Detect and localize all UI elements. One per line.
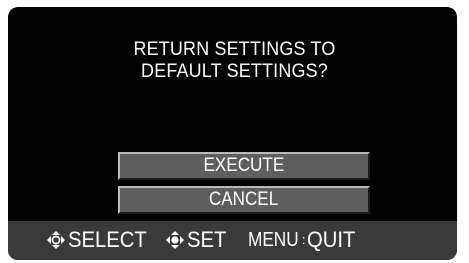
quit-hint-label: QUIT	[306, 227, 355, 252]
select-hint-label: SELECT	[68, 227, 147, 252]
set-hint-label: SET	[187, 227, 227, 252]
execute-button[interactable]: EXECUTE	[118, 152, 370, 180]
set-hint: SET	[165, 222, 230, 258]
prompt-line-1: RETURN SETTINGS TO	[133, 38, 336, 60]
select-hint: SELECT	[46, 222, 154, 258]
execute-button-label: EXECUTE	[203, 155, 285, 176]
quit-hint: MENU : QUIT	[248, 222, 359, 258]
camera-screen: RETURN SETTINGS TO DEFAULT SETTINGS? EXE…	[8, 7, 457, 260]
menu-key-label: MENU	[248, 229, 299, 251]
dpad-center-icon	[165, 230, 185, 250]
dpad-icon	[46, 230, 66, 250]
prompt-line-2: DEFAULT SETTINGS?	[141, 60, 328, 82]
dialog-prompt: RETURN SETTINGS TO DEFAULT SETTINGS?	[19, 38, 450, 82]
cancel-button-label: CANCEL	[209, 189, 279, 210]
cancel-button[interactable]: CANCEL	[118, 186, 370, 214]
footer-hint-bar: SELECT SET MENU : QUIT	[8, 221, 457, 260]
menu-separator: :	[301, 232, 306, 247]
